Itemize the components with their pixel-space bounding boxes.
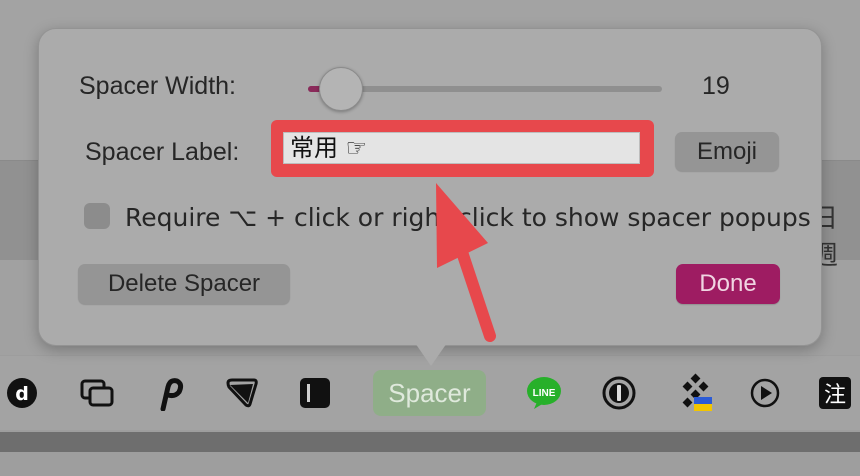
annotation-arrow-icon [436,183,496,342]
